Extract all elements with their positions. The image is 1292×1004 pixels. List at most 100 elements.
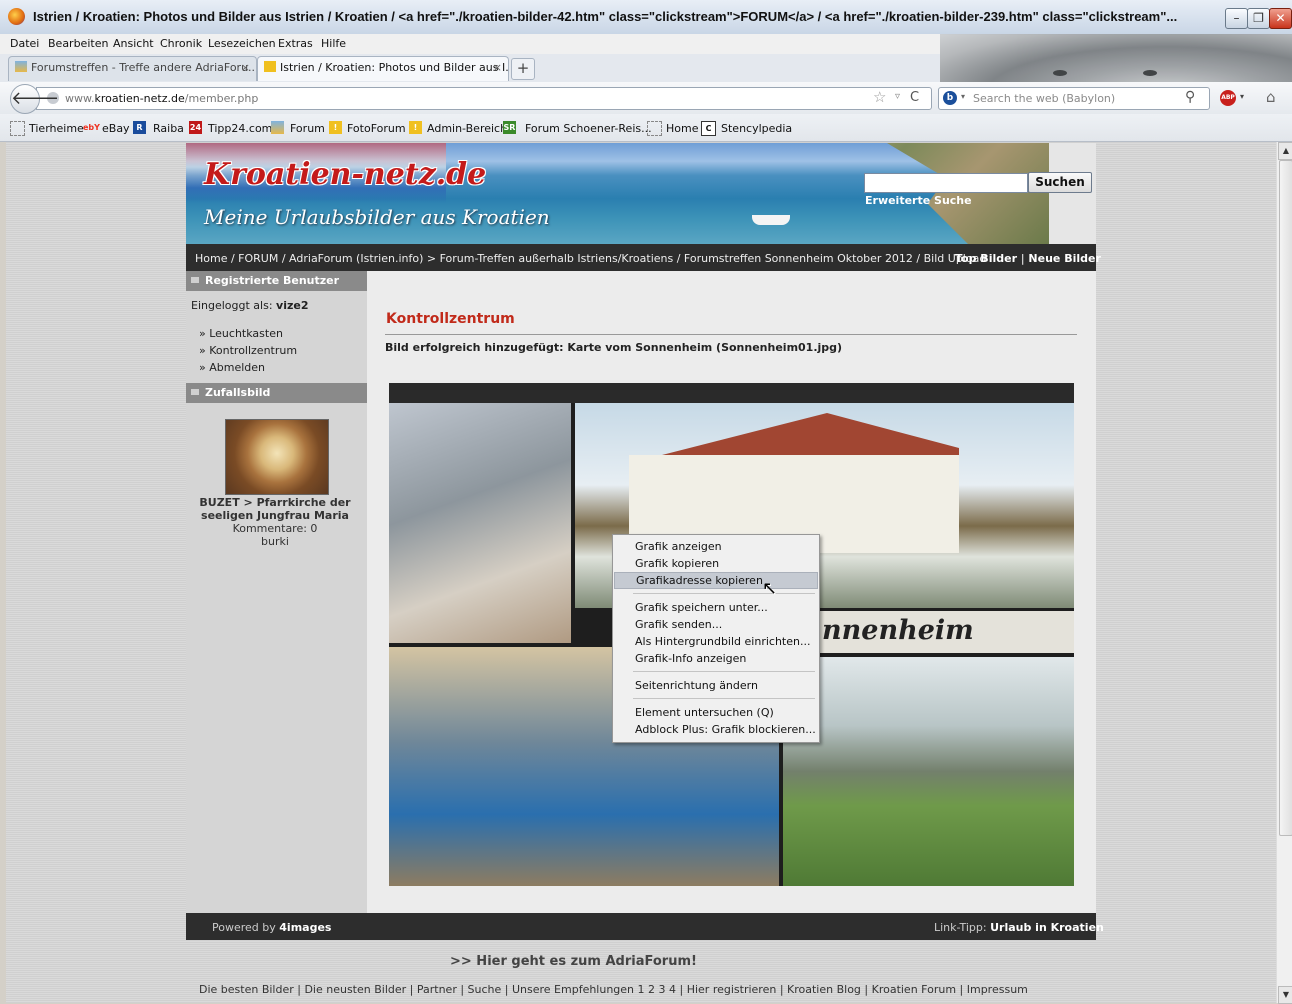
scrollbar-thumb[interactable] [1279, 160, 1292, 836]
menu-separator [633, 698, 815, 699]
urlaub-in-kroatien-link[interactable]: Urlaub in Kroatien [990, 921, 1104, 934]
bookmark-forum-schoener-reisen[interactable]: Forum Schoener-Reis... [525, 122, 652, 135]
menu-item-grafikadresse-kopieren[interactable]: Grafikadresse kopieren [614, 572, 818, 589]
engine-dropdown-icon[interactable]: ▾ [961, 92, 965, 101]
menu-item-hintergrundbild[interactable]: Als Hintergrundbild einrichten... [614, 633, 818, 650]
menu-lesezeichen[interactable]: Lesezeichen [208, 37, 276, 50]
logged-in-info: Eingeloggt als: vize2 [191, 299, 309, 312]
sidebar-item-abmelden[interactable]: » Abmelden [199, 361, 265, 374]
menu-ansicht[interactable]: Ansicht [113, 37, 154, 50]
reload-icon[interactable]: C [910, 90, 919, 105]
menu-item-grafik-kopieren[interactable]: Grafik kopieren [614, 555, 818, 572]
top-images-link[interactable]: Top Bilder [955, 252, 1017, 265]
search-icon[interactable]: ⚲ [1185, 89, 1195, 105]
header-side-panel [1049, 143, 1096, 244]
forum-icon [271, 121, 284, 134]
random-image-header: Zufallsbild [186, 383, 367, 403]
4images-link[interactable]: 4images [279, 921, 331, 934]
raiba-icon: R [133, 121, 146, 134]
restore-button[interactable]: ❐ [1247, 8, 1270, 29]
babylon-engine-icon[interactable]: b [943, 91, 957, 105]
bookmark-tipp24[interactable]: Tipp24.com [208, 122, 272, 135]
adriaforum-link[interactable]: >> Hier geht es zum AdriaForum! [450, 954, 697, 969]
menu-separator [633, 671, 815, 672]
random-image-title[interactable]: BUZET > Pfarrkirche der seeligen Jungfra… [192, 496, 358, 522]
search-placeholder: Search the web (Babylon) [973, 92, 1116, 105]
vertical-scrollbar[interactable]: ▲ ▼ [1276, 142, 1292, 1004]
scroll-down-button[interactable]: ▼ [1278, 986, 1292, 1004]
footer-links[interactable]: Die besten Bilder | Die neusten Bilder |… [199, 983, 1028, 996]
schoener-reisen-icon: SR [503, 121, 516, 134]
tab-forumstreffen[interactable]: Forumstreffen - Treffe andere AdriaForu.… [8, 56, 257, 81]
menu-item-grafik-anzeigen[interactable]: Grafik anzeigen [614, 538, 818, 555]
site-favicon-icon [264, 61, 276, 72]
page-title: Kontrollzentrum [386, 311, 515, 327]
sidebar-item-kontrollzentrum[interactable]: » Kontrollzentrum [199, 344, 297, 357]
adblock-plus-icon[interactable]: ABP [1220, 90, 1236, 106]
menu-bar: Datei Bearbeiten Ansicht Chronik Lesezei… [0, 34, 940, 54]
adblock-dropdown-icon[interactable]: ▾ [1240, 92, 1244, 101]
site-logo[interactable]: Kroatien-netz.de [204, 157, 486, 192]
url-text[interactable]: www.kroatien-netz.de/member.php [65, 92, 258, 105]
random-image-meta: Kommentare: 0 burki [192, 522, 358, 548]
site-tagline: Meine Urlaubsbilder aus Kroatien [204, 205, 550, 229]
menu-extras[interactable]: Extras [278, 37, 313, 50]
menu-item-seitenrichtung[interactable]: Seitenrichtung ändern [614, 677, 818, 694]
url-bar[interactable]: www.kroatien-netz.de/member.php ☆ ▿ C [36, 87, 932, 110]
bullet-icon [191, 389, 199, 395]
comment-count: Kommentare: 0 [232, 522, 318, 535]
photo-stairwell [389, 403, 571, 643]
new-tab-button[interactable]: + [511, 58, 535, 80]
admin-icon: ! [409, 121, 422, 134]
back-button[interactable]: 🡐 [10, 84, 59, 114]
powered-by: Powered by 4images [212, 921, 332, 934]
bookmark-tierheime[interactable]: Tierheime [29, 122, 84, 135]
tab-label: Istrien / Kroatien: Photos und Bilder au… [280, 61, 509, 74]
tab-istrien-kroatien[interactable]: Istrien / Kroatien: Photos und Bilder au… [257, 56, 509, 81]
bookmark-admin-bereich[interactable]: Admin-Bereich [427, 122, 507, 135]
menu-datei[interactable]: Datei [10, 37, 39, 50]
tab-close-icon[interactable]: × [241, 57, 250, 79]
menu-bearbeiten[interactable]: Bearbeiten [48, 37, 108, 50]
scroll-up-button[interactable]: ▲ [1278, 142, 1292, 160]
photo-frame [389, 383, 1074, 403]
top-links: Top Bilder | Neue Bilder [955, 252, 1101, 265]
separator: | [1020, 252, 1025, 265]
bookmark-stencylpedia[interactable]: Stencylpedia [721, 122, 792, 135]
photo-name-text: nnenheim [822, 615, 974, 646]
bullet-icon [191, 277, 199, 283]
random-image-thumbnail[interactable] [225, 419, 329, 495]
sidebar-item-leuchtkasten[interactable]: » Leuchtkasten [199, 327, 283, 340]
stencylpedia-icon: C [701, 121, 716, 136]
site-search-input[interactable] [864, 173, 1028, 193]
bookmark-raiba[interactable]: Raiba [153, 122, 184, 135]
search-button[interactable]: Suchen [1028, 172, 1092, 193]
title-divider [385, 334, 1077, 335]
menu-separator [633, 593, 815, 594]
advanced-search-link[interactable]: Erweiterte Suche [865, 194, 972, 207]
bookmark-fotoforum[interactable]: FotoForum [347, 122, 406, 135]
menu-chronik[interactable]: Chronik [160, 37, 202, 50]
minimize-button[interactable]: – [1225, 8, 1248, 29]
bookmark-star-icon[interactable]: ☆ [873, 88, 886, 106]
bookmark-ebay[interactable]: eBay [102, 122, 130, 135]
context-menu: Grafik anzeigen Grafik kopieren Grafikad… [612, 534, 820, 743]
menu-item-element-untersuchen[interactable]: Element untersuchen (Q) [614, 704, 818, 721]
search-input[interactable]: b ▾ Search the web (Babylon) ⚲ [938, 87, 1210, 110]
menu-item-grafik-info[interactable]: Grafik-Info anzeigen [614, 650, 818, 667]
bookmark-forum[interactable]: Forum [290, 122, 325, 135]
home-icon[interactable]: ⌂ [1266, 88, 1276, 106]
theme-eye [1053, 70, 1067, 76]
menu-item-adblock-blockieren[interactable]: Adblock Plus: Grafik blockieren... [614, 721, 818, 738]
close-button[interactable]: ✕ [1269, 8, 1292, 29]
window-titlebar[interactable]: Istrien / Kroatien: Photos und Bilder au… [0, 0, 1292, 35]
new-images-link[interactable]: Neue Bilder [1028, 252, 1100, 265]
history-dropdown-icon[interactable]: ▿ [895, 91, 900, 102]
tab-close-icon[interactable]: × [493, 57, 502, 79]
menu-item-grafik-senden[interactable]: Grafik senden... [614, 616, 818, 633]
menu-item-grafik-speichern[interactable]: Grafik speichern unter... [614, 599, 818, 616]
menu-hilfe[interactable]: Hilfe [321, 37, 346, 50]
boat-graphic [752, 215, 790, 225]
bookmark-home[interactable]: Home [666, 122, 698, 135]
breadcrumb[interactable]: Home / FORUM / AdriaForum (Istrien.info)… [195, 252, 986, 265]
